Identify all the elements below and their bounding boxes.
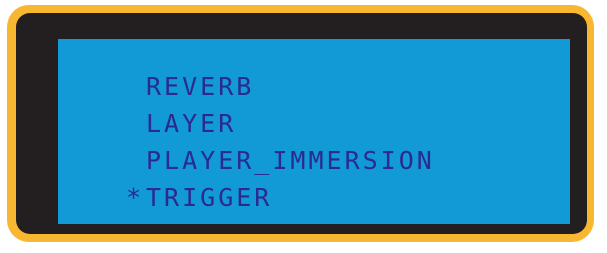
menu-item-reverb[interactable]: REVERB [146,68,435,105]
menu-list: REVERB LAYER PLAYER_IMMERSION * TRIGGER [126,68,435,216]
menu-item-label: PLAYER_IMMERSION [146,146,435,175]
menu-item-label: REVERB [146,72,255,101]
display-frame: REVERB LAYER PLAYER_IMMERSION * TRIGGER [16,13,587,234]
menu-item-layer[interactable]: LAYER [146,105,435,142]
lcd-screen: REVERB LAYER PLAYER_IMMERSION * TRIGGER [58,39,570,224]
menu-item-trigger[interactable]: * TRIGGER [126,179,435,216]
menu-item-label: TRIGGER [146,183,273,212]
menu-item-player-immersion[interactable]: PLAYER_IMMERSION [146,142,435,179]
menu-item-label: LAYER [146,109,237,138]
selection-cursor: * [126,183,145,212]
